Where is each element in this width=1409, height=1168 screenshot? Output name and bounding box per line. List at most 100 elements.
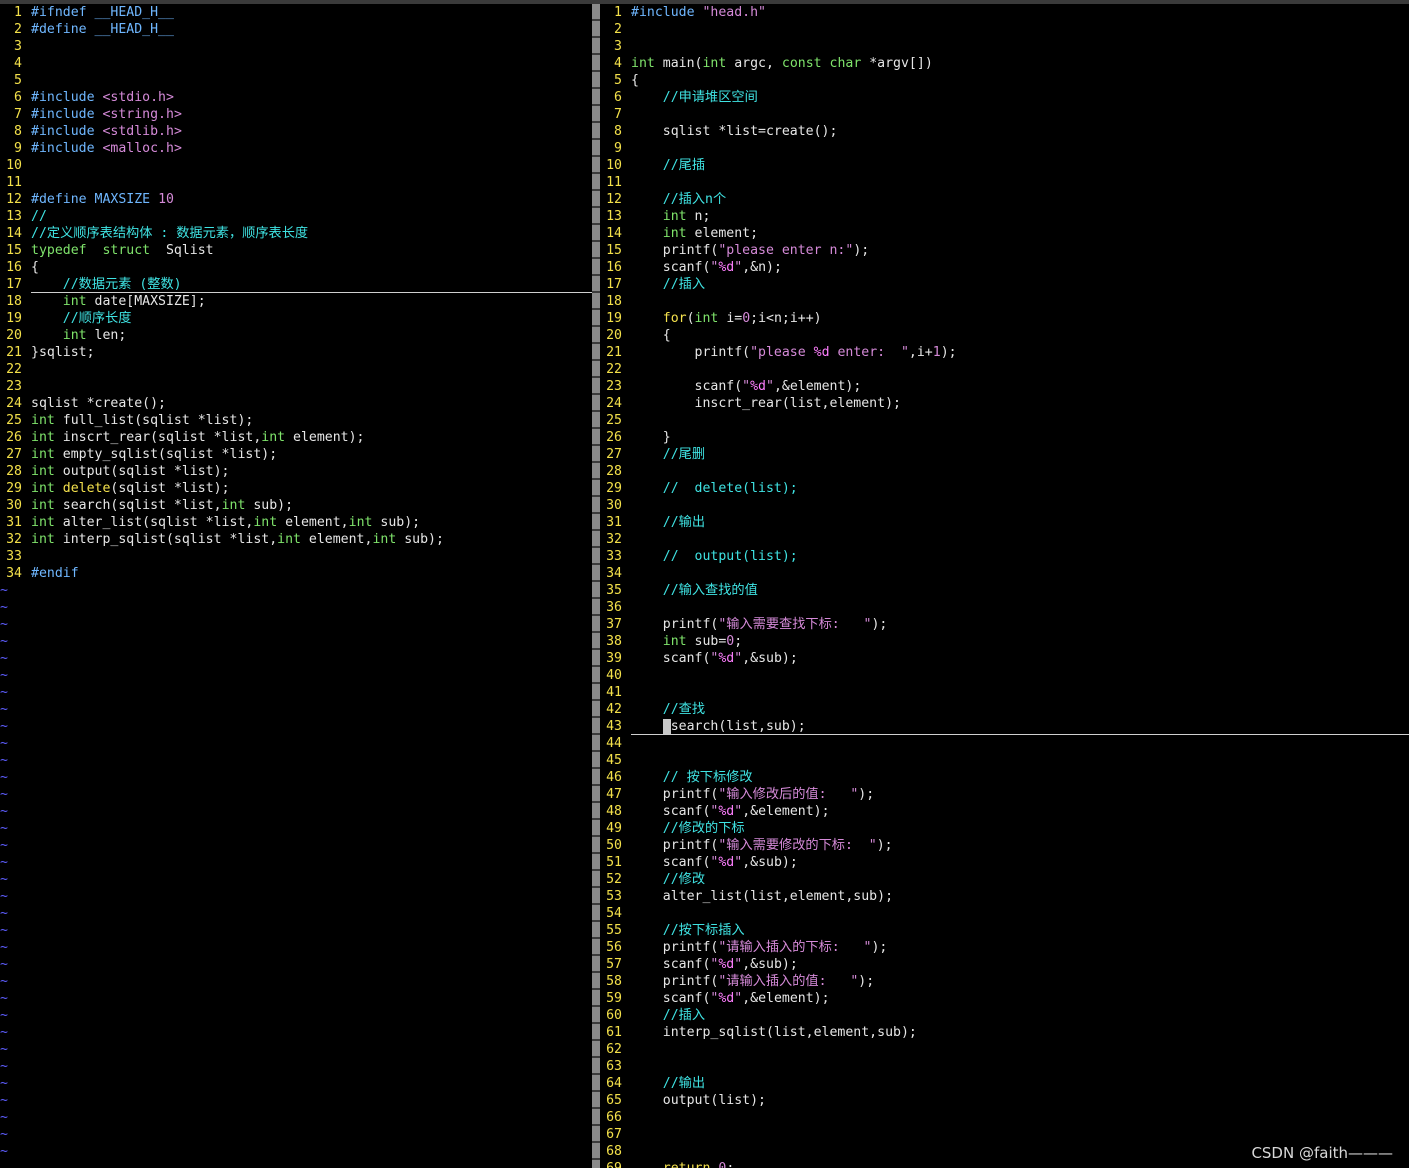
code-line[interactable]: 12 //插入n个 bbox=[600, 191, 1409, 208]
code-line[interactable]: 11 bbox=[600, 174, 1409, 191]
code-line[interactable]: 5{ bbox=[600, 72, 1409, 89]
code-line[interactable]: 12 #define MAXSIZE 10 bbox=[0, 191, 592, 208]
code-line[interactable]: 46 // 按下标修改 bbox=[600, 769, 1409, 786]
code-line[interactable]: 29 // delete(list); bbox=[600, 480, 1409, 497]
code-line[interactable]: 15 typedef struct Sqlist bbox=[0, 242, 592, 259]
code-line[interactable]: 18 int date[MAXSIZE]; bbox=[0, 293, 592, 310]
code-line[interactable]: 19 for(int i=0;i<n;i++) bbox=[600, 310, 1409, 327]
code-line[interactable]: 7 bbox=[600, 106, 1409, 123]
code-line[interactable]: 58 printf("请输入插入的值: "); bbox=[600, 973, 1409, 990]
code-line[interactable]: 27 //尾删 bbox=[600, 446, 1409, 463]
code-line[interactable]: 30 int search(sqlist *list,int sub); bbox=[0, 497, 592, 514]
code-line[interactable]: 21}sqlist; bbox=[0, 344, 592, 361]
code-line[interactable]: 25 bbox=[600, 412, 1409, 429]
code-line[interactable]: 22 bbox=[0, 361, 592, 378]
code-line[interactable]: 16 scanf("%d",&n); bbox=[600, 259, 1409, 276]
code-line[interactable]: 19 //顺序长度 bbox=[0, 310, 592, 327]
code-line[interactable]: 23 bbox=[0, 378, 592, 395]
code-line[interactable]: 25 int full_list(sqlist *list); bbox=[0, 412, 592, 429]
code-line[interactable]: 41 bbox=[600, 684, 1409, 701]
code-line[interactable]: 24 sqlist *create(); bbox=[0, 395, 592, 412]
code-line[interactable]: 26 } bbox=[600, 429, 1409, 446]
code-line[interactable]: 14 //定义顺序表结构体 : 数据元素，顺序表长度 bbox=[0, 225, 592, 242]
code-line[interactable]: 63 bbox=[600, 1058, 1409, 1075]
code-line[interactable]: 31 //输出 bbox=[600, 514, 1409, 531]
code-line[interactable]: 52 //修改 bbox=[600, 871, 1409, 888]
code-line[interactable]: 42 //查找 bbox=[600, 701, 1409, 718]
code-line[interactable]: 26 int inscrt_rear(sqlist *list,int eleme… bbox=[0, 429, 592, 446]
code-line[interactable]: 61 interp_sqlist(list,element,sub); bbox=[600, 1024, 1409, 1041]
code-line[interactable]: 2 #define __HEAD_H__ bbox=[0, 21, 592, 38]
code-line[interactable]: 49 //修改的下标 bbox=[600, 820, 1409, 837]
code-line[interactable]: 54 bbox=[600, 905, 1409, 922]
code-line[interactable]: 6 #include <stdio.h> bbox=[0, 89, 592, 106]
code-line[interactable]: 9 bbox=[600, 140, 1409, 157]
code-line[interactable]: 40 bbox=[600, 667, 1409, 684]
code-line[interactable]: 10 bbox=[0, 157, 592, 174]
code-line[interactable]: 43 search(list,sub); bbox=[600, 718, 1409, 735]
code-line[interactable]: 28 bbox=[600, 463, 1409, 480]
code-line[interactable]: 3 bbox=[600, 38, 1409, 55]
left-editor-pane[interactable]: 1 #ifndef __HEAD_H__ 2 #define __HEAD_H__ 3 4… bbox=[0, 4, 592, 1168]
code-line[interactable]: 14 int element; bbox=[600, 225, 1409, 242]
code-line[interactable]: 56 printf("请输入插入的下标: "); bbox=[600, 939, 1409, 956]
code-line[interactable]: 22 bbox=[600, 361, 1409, 378]
code-line[interactable]: 33 // output(list); bbox=[600, 548, 1409, 565]
code-line[interactable]: 1 #include "head.h" bbox=[600, 4, 1409, 21]
code-line[interactable]: 39 scanf("%d",&sub); bbox=[600, 650, 1409, 667]
code-line[interactable]: 13 // bbox=[0, 208, 592, 225]
code-line[interactable]: 8 sqlist *list=create(); bbox=[600, 123, 1409, 140]
code-line[interactable]: 51 scanf("%d",&sub); bbox=[600, 854, 1409, 871]
code-line[interactable]: 8 #include <stdlib.h> bbox=[0, 123, 592, 140]
code-line[interactable]: 60 //插入 bbox=[600, 1007, 1409, 1024]
code-line[interactable]: 65 output(list); bbox=[600, 1092, 1409, 1109]
code-line[interactable]: 32 bbox=[600, 531, 1409, 548]
code-line[interactable]: 47 printf("输入修改后的值: "); bbox=[600, 786, 1409, 803]
code-line[interactable]: 45 bbox=[600, 752, 1409, 769]
code-line[interactable]: 57 scanf("%d",&sub); bbox=[600, 956, 1409, 973]
code-line[interactable]: 7 #include <string.h> bbox=[0, 106, 592, 123]
code-line[interactable]: 44 bbox=[600, 735, 1409, 752]
code-line[interactable]: 36 bbox=[600, 599, 1409, 616]
code-line[interactable]: 16 { bbox=[0, 259, 592, 276]
code-line[interactable]: 17 //插入 bbox=[600, 276, 1409, 293]
code-line[interactable]: 5 bbox=[0, 72, 592, 89]
code-line[interactable]: 34 #endif bbox=[0, 565, 592, 582]
code-line[interactable]: 29 int delete(sqlist *list); bbox=[0, 480, 592, 497]
code-line[interactable]: 18 bbox=[600, 293, 1409, 310]
code-line[interactable]: 15 printf("please enter n:"); bbox=[600, 242, 1409, 259]
code-line[interactable]: 10 //尾插 bbox=[600, 157, 1409, 174]
code-line[interactable]: 59 scanf("%d",&element); bbox=[600, 990, 1409, 1007]
code-line[interactable]: 37 printf("输入需要查找下标: "); bbox=[600, 616, 1409, 633]
code-line[interactable]: 28 int output(sqlist *list); bbox=[0, 463, 592, 480]
code-line[interactable]: 53 alter_list(list,element,sub); bbox=[600, 888, 1409, 905]
vertical-split-divider[interactable] bbox=[592, 4, 600, 1168]
code-line[interactable]: 67 bbox=[600, 1126, 1409, 1143]
code-line[interactable]: 27 int empty_sqlist(sqlist *list); bbox=[0, 446, 592, 463]
code-line[interactable]: 2 bbox=[600, 21, 1409, 38]
code-line[interactable]: 6 //申请堆区空间 bbox=[600, 89, 1409, 106]
code-line[interactable]: 66 bbox=[600, 1109, 1409, 1126]
code-line[interactable]: 11 bbox=[0, 174, 592, 191]
code-line[interactable]: 32 int interp_sqlist(sqlist *list,int ele… bbox=[0, 531, 592, 548]
code-line[interactable]: 23 scanf("%d",&element); bbox=[600, 378, 1409, 395]
code-line[interactable]: 50 printf("输入需要修改的下标: "); bbox=[600, 837, 1409, 854]
code-line[interactable]: 4 int main(int argc, const char *argv[]) bbox=[600, 55, 1409, 72]
right-editor-pane[interactable]: 1 #include "head.h" 2 3 4 int main(int argc, … bbox=[600, 4, 1409, 1168]
code-line[interactable]: 48 scanf("%d",&element); bbox=[600, 803, 1409, 820]
code-line[interactable]: 1 #ifndef __HEAD_H__ bbox=[0, 4, 592, 21]
code-line[interactable]: 17 //数据元素 (整数) bbox=[0, 276, 592, 293]
code-line[interactable]: 33 bbox=[0, 548, 592, 565]
code-line[interactable]: 55 //按下标插入 bbox=[600, 922, 1409, 939]
code-line[interactable]: 30 bbox=[600, 497, 1409, 514]
code-line[interactable]: 31 int alter_list(sqlist *list,int elemen… bbox=[0, 514, 592, 531]
code-line[interactable]: 24 inscrt_rear(list,element); bbox=[600, 395, 1409, 412]
code-line[interactable]: 13 int n; bbox=[600, 208, 1409, 225]
code-line[interactable]: 9 #include <malloc.h> bbox=[0, 140, 592, 157]
code-line[interactable]: 20 int len; bbox=[0, 327, 592, 344]
code-line[interactable]: 3 bbox=[0, 38, 592, 55]
code-line[interactable]: 62 bbox=[600, 1041, 1409, 1058]
code-line[interactable]: 4 bbox=[0, 55, 592, 72]
code-line[interactable]: 20 { bbox=[600, 327, 1409, 344]
code-line[interactable]: 64 //输出 bbox=[600, 1075, 1409, 1092]
